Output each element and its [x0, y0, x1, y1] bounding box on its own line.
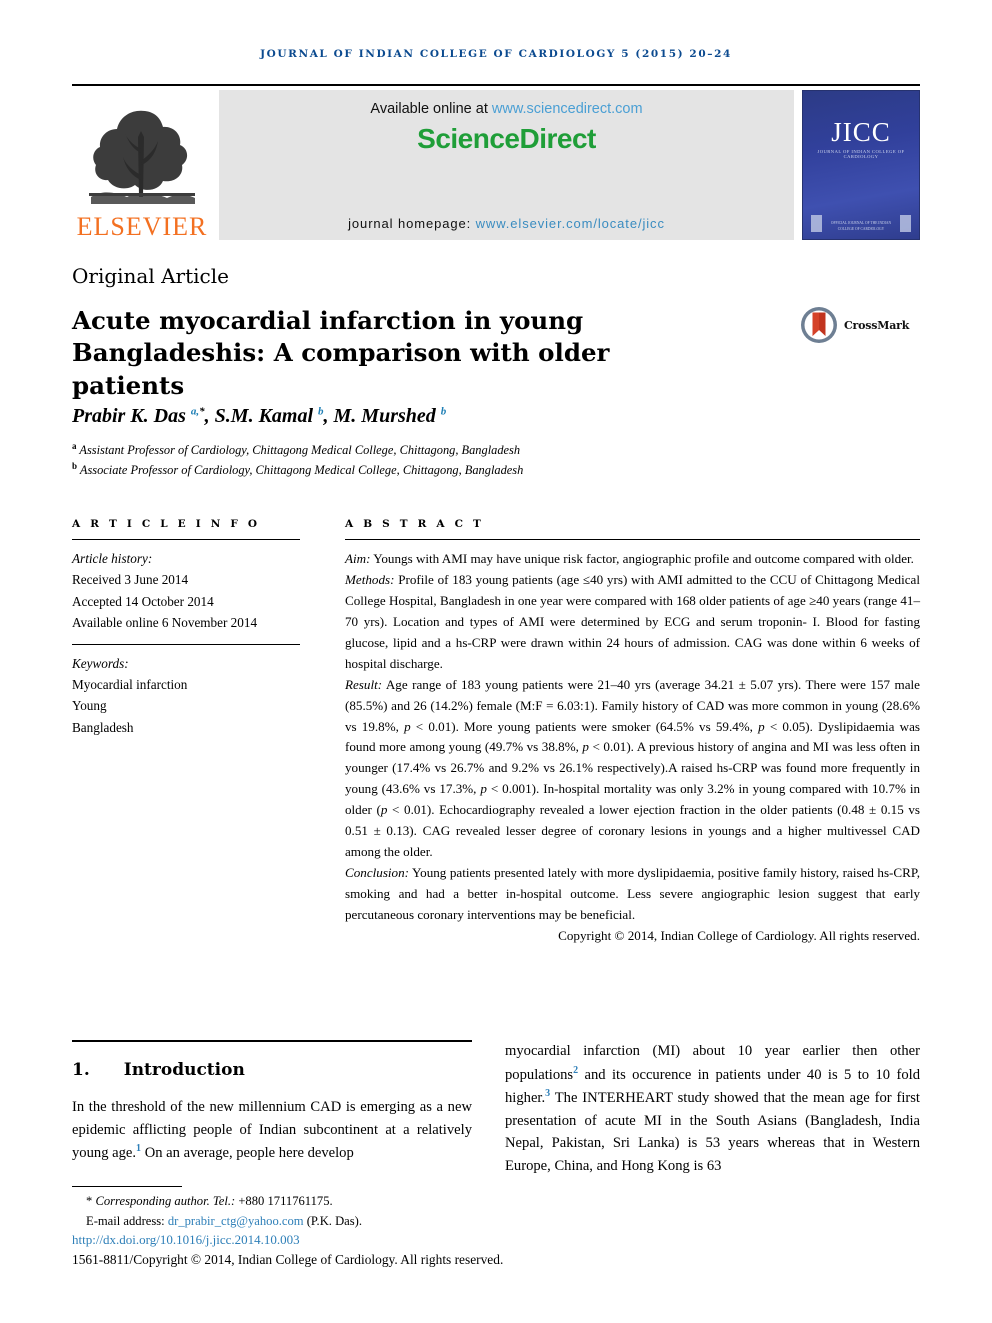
abstract-aim-text: Youngs with AMI may have unique risk fac…: [370, 551, 914, 566]
paper-page: JOURNAL OF INDIAN COLLEGE OF CARDIOLOGY …: [0, 0, 992, 1323]
sciencedirect-url-link[interactable]: www.sciencedirect.com: [492, 101, 643, 117]
email-line: E-mail address: dr_prabir_ctg@yahoo.com …: [72, 1212, 502, 1232]
page-title: Acute myocardial infarction in young Ban…: [72, 305, 712, 402]
abstract-result-text-6: < 0.01). Echocardiography revealed a low…: [345, 802, 920, 860]
crossmark-label: CrossMark: [844, 318, 910, 332]
doi-link[interactable]: http://dx.doi.org/10.1016/j.jicc.2014.10…: [72, 1232, 300, 1248]
affiliation-text-a: Assistant Professor of Cardiology, Chitt…: [79, 443, 521, 458]
journal-cover-image: JICC JOURNAL OF INDIAN COLLEGE OF CARDIO…: [802, 90, 920, 240]
cover-subtitle: JOURNAL OF INDIAN COLLEGE OF CARDIOLOGY: [817, 149, 905, 159]
affiliation-marker-b: b: [72, 461, 78, 472]
keywords-block: Keywords: Myocardial infarction Young Ba…: [72, 653, 300, 739]
journal-homepage-link[interactable]: www.elsevier.com/locate/jicc: [476, 216, 665, 231]
available-online-line: Available online at www.sciencedirect.co…: [370, 101, 642, 117]
available-online-prefix: Available online at: [370, 101, 492, 117]
abstract-result-text-2: < 0.01). More young patients were smoker…: [410, 718, 759, 734]
crossmark-icon: [800, 306, 838, 344]
keywords-label: Keywords:: [72, 655, 129, 671]
keyword-item: Bangladesh: [72, 719, 134, 735]
abstract-conclusion-label: Conclusion:: [345, 865, 410, 881]
abstract-result-label: Result:: [345, 676, 383, 692]
intro-right-text-3: The INTERHEART study showed that the mea…: [505, 1089, 920, 1174]
intro-paragraph-left: In the threshold of the new millennium C…: [72, 1096, 472, 1165]
keywords-divider: [72, 643, 300, 645]
cover-society-badge-icon: [899, 215, 911, 232]
affiliation-item: a Assistant Professor of Cardiology, Chi…: [72, 440, 772, 460]
abstract-heading: A B S T R A C T: [345, 518, 485, 530]
article-info-column: A R T I C L E I N F O Article history: R…: [72, 518, 300, 738]
sciencedirect-logo[interactable]: ScienceDirect: [417, 123, 596, 155]
title-line-1: Acute myocardial infarction in young: [72, 306, 584, 335]
affiliation-marker-a: a: [72, 441, 77, 451]
section-title: Introduction: [123, 1060, 245, 1080]
running-head: JOURNAL OF INDIAN COLLEGE OF CARDIOLOGY …: [260, 48, 732, 60]
article-history-accepted: Accepted 14 October 2014: [72, 593, 214, 609]
abstract-aim-label: Aim:: [345, 551, 371, 566]
body-column-right: myocardial infarction (MI) about 10 year…: [505, 1040, 920, 1177]
crossmark-badge[interactable]: CrossMark: [800, 306, 909, 344]
abstract-methods-text: Profile of 183 young patients (age ≤40 y…: [345, 571, 920, 671]
keyword-item: Myocardial infarction: [72, 676, 188, 692]
abstract-copyright: Copyright © 2014, Indian College of Card…: [558, 927, 920, 943]
abstract-divider: [345, 539, 920, 540]
intro-text-2: On an average, people here develop: [141, 1145, 354, 1162]
elsevier-tree-icon: [83, 101, 201, 213]
title-line-2: Bangladeshis: A comparison with older pa…: [72, 338, 610, 400]
email-owner: (P.K. Das).: [303, 1213, 363, 1228]
abstract-body: Aim: Youngs with AMI may have unique ris…: [345, 549, 920, 926]
footnote-block: * Corresponding author. Tel.: +880 17117…: [72, 1192, 502, 1231]
corresponding-author-tel: +880 1711761175.: [238, 1194, 333, 1208]
affiliation-list: a Assistant Professor of Cardiology, Chi…: [72, 440, 772, 481]
cover-footer-note: OFFICIAL JOURNAL OF THE INDIAN COLLEGE O…: [830, 221, 892, 231]
intro-paragraph-right: myocardial infarction (MI) about 10 year…: [505, 1040, 920, 1177]
abstract-methods-label: Methods:: [345, 571, 395, 587]
affiliation-text-b: Associate Professor of Cardiology, Chitt…: [79, 463, 524, 478]
article-history-block: Article history: Received 3 June 2014 Ac…: [72, 548, 300, 634]
journal-homepage-label: journal homepage:: [348, 216, 476, 231]
article-info-heading: A R T I C L E I N F O: [72, 518, 261, 530]
article-history-label: Article history:: [72, 551, 153, 566]
sciencedirect-band: Available online at www.sciencedirect.co…: [219, 90, 794, 240]
email-link[interactable]: dr_prabir_ctg@yahoo.com: [168, 1214, 304, 1228]
abstract-methods: Methods: Profile of 183 young patients (…: [345, 570, 920, 675]
corresponding-author-line: * Corresponding author. Tel.: +880 17117…: [72, 1192, 502, 1212]
cover-title: JICC: [831, 117, 891, 147]
journal-homepage-line: journal homepage: www.elsevier.com/locat…: [348, 216, 665, 231]
body-column-left: 1. Introduction In the threshold of the …: [72, 1048, 472, 1165]
affiliation-item: b Associate Professor of Cardiology, Chi…: [72, 460, 772, 480]
corresponding-author-label: Corresponding author. Tel.:: [95, 1194, 239, 1208]
elsevier-logo: ELSEVIER: [72, 90, 212, 240]
footnote-rule: [72, 1186, 182, 1187]
issn-copyright-line: 1561-8811/Copyright © 2014, Indian Colle…: [72, 1252, 504, 1267]
abstract-conclusion: Conclusion: Young patients presented lat…: [345, 863, 920, 926]
section-heading-introduction: 1. Introduction: [72, 1060, 472, 1080]
abstract-column: A B S T R A C T Aim: Youngs with AMI may…: [345, 518, 920, 944]
cover-elsevier-badge-icon: [811, 215, 823, 232]
cover-badge-row: OFFICIAL JOURNAL OF THE INDIAN COLLEGE O…: [811, 215, 911, 232]
abstract-conclusion-text: Young patients presented lately with mor…: [345, 865, 920, 922]
article-history-online: Available online 6 November 2014: [72, 615, 258, 631]
article-info-divider: [72, 539, 300, 540]
author-list: Prabir K. Das a,*, S.M. Kamal b, M. Murs…: [72, 405, 447, 427]
email-label: E-mail address:: [86, 1213, 168, 1228]
section-number: 1.: [72, 1060, 90, 1080]
elsevier-wordmark: ELSEVIER: [76, 212, 208, 241]
abstract-aim: Aim: Youngs with AMI may have unique ris…: [345, 549, 920, 570]
corresponding-author-marker: *: [86, 1194, 93, 1208]
keyword-item: Young: [72, 698, 107, 714]
article-type-label: Original Article: [72, 264, 229, 288]
body-top-rule: [72, 1040, 472, 1042]
abstract-result: Result: Age range of 183 young patients …: [345, 675, 920, 863]
article-history-received: Received 3 June 2014: [72, 572, 189, 588]
journal-masthead: ELSEVIER Available online at www.science…: [72, 84, 920, 240]
